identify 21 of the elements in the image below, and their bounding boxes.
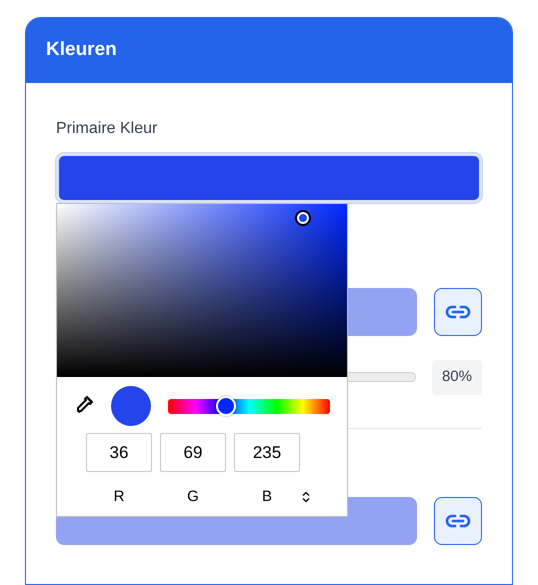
field-label: Primaire Kleur xyxy=(56,119,158,139)
channel-label: R xyxy=(112,487,126,507)
picker-handle[interactable] xyxy=(294,210,311,226)
channel-label: G xyxy=(186,487,200,507)
channel-input[interactable]: 36 xyxy=(86,433,152,472)
saturation-area[interactable] xyxy=(57,204,347,377)
color-field[interactable] xyxy=(56,153,482,203)
channel-input[interactable]: 69 xyxy=(160,433,226,472)
link-icon xyxy=(445,514,471,528)
channel-input[interactable]: 235 xyxy=(234,433,300,472)
link-button[interactable] xyxy=(434,288,482,336)
slider-thumb[interactable] xyxy=(216,396,236,416)
eyedropper-icon[interactable] xyxy=(74,396,94,416)
link-button[interactable] xyxy=(434,496,482,544)
format-toggle-icon[interactable] xyxy=(302,491,310,504)
color-preview xyxy=(111,386,151,426)
hue-slider[interactable] xyxy=(168,398,330,414)
link-icon xyxy=(445,305,471,319)
channel-label: B xyxy=(260,487,273,507)
opacity-value: 80% xyxy=(432,360,482,394)
card-title: Kleuren xyxy=(46,38,117,62)
